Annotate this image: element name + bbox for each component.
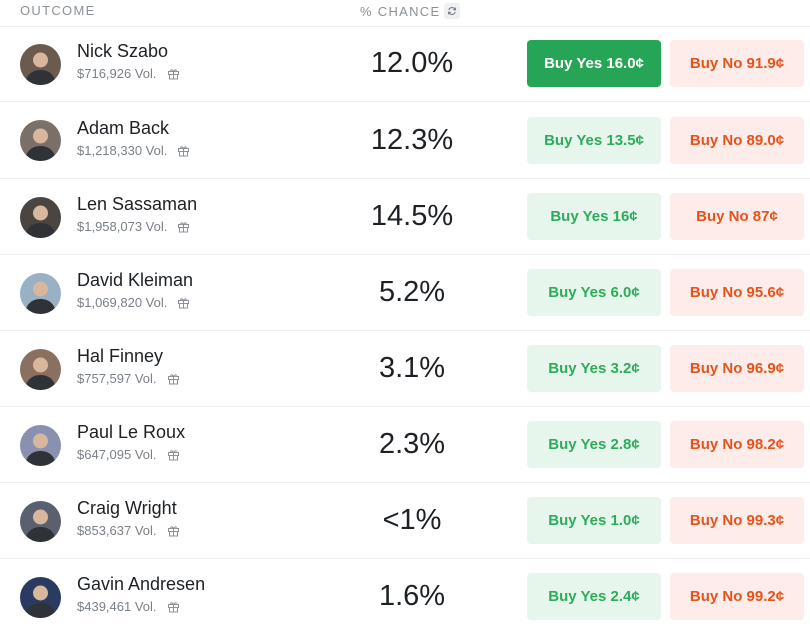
volume-text: $1,218,330 Vol.: [77, 142, 168, 158]
gift-icon[interactable]: [177, 296, 190, 309]
avatar: [20, 577, 61, 618]
outcome-volume: $1,069,820 Vol.: [77, 295, 190, 310]
avatar: [20, 272, 61, 314]
volume-text: $439,461 Vol.: [77, 599, 157, 614]
outcome-chance: 2.3%: [378, 428, 446, 460]
gift-icon[interactable]: [167, 524, 180, 537]
buy-yes-button[interactable]: Buy Yes 3.2¢: [527, 345, 661, 392]
outcome-name[interactable]: Gavin Andresen: [77, 574, 205, 595]
buy-yes-button[interactable]: Buy Yes 2.4¢: [527, 573, 661, 620]
volume-text: $716,926 Vol.: [77, 66, 157, 81]
outcome-name[interactable]: Hal Finney: [77, 346, 163, 367]
chance-column-label: % CHANCE: [360, 3, 441, 19]
gift-icon[interactable]: [177, 144, 190, 157]
chance-column-header: % CHANCE: [360, 3, 461, 19]
outcome-chance: <1%: [382, 504, 442, 536]
outcome-row[interactable]: Adam Back $1,218,330 Vol. 12.3% Buy Yes …: [0, 102, 810, 179]
outcome-row[interactable]: David Kleiman $1,069,820 Vol. 5.2% Buy Y…: [0, 255, 810, 331]
buy-yes-button[interactable]: Buy Yes 16¢: [527, 193, 661, 240]
buy-no-button[interactable]: Buy No 87¢: [670, 193, 804, 240]
gift-icon[interactable]: [167, 600, 180, 613]
outcome-row[interactable]: Len Sassaman $1,958,073 Vol. 14.5% Buy Y…: [0, 179, 810, 255]
outcome-name[interactable]: Nick Szabo: [77, 41, 168, 62]
buy-no-button[interactable]: Buy No 99.2¢: [670, 573, 804, 620]
outcome-row[interactable]: Craig Wright $853,637 Vol. <1% Buy Yes 1…: [0, 483, 810, 559]
volume-text: $853,637 Vol.: [77, 523, 157, 538]
outcome-chance: 3.1%: [378, 352, 446, 384]
outcome-volume: $853,637 Vol.: [77, 523, 180, 538]
buy-no-button[interactable]: Buy No 91.9¢: [670, 40, 804, 87]
outcome-volume: $757,597 Vol.: [77, 371, 180, 386]
outcome-chance: 14.5%: [370, 200, 454, 232]
outcome-volume: $439,461 Vol.: [77, 599, 180, 614]
buy-no-button[interactable]: Buy No 98.2¢: [670, 421, 804, 468]
buy-yes-button[interactable]: Buy Yes 13.5¢: [527, 116, 661, 164]
outcome-chance: 12.0%: [370, 47, 454, 79]
outcome-chance: 1.6%: [378, 580, 446, 612]
buy-yes-button[interactable]: Buy Yes 2.8¢: [527, 421, 661, 468]
outcome-name[interactable]: Adam Back: [77, 118, 169, 139]
avatar: [20, 196, 61, 238]
outcome-chance: 5.2%: [378, 276, 446, 308]
gift-icon[interactable]: [177, 220, 190, 233]
avatar: [20, 43, 61, 85]
outcome-row[interactable]: Gavin Andresen $439,461 Vol. 1.6% Buy Ye…: [0, 559, 810, 635]
buy-no-button[interactable]: Buy No 89.0¢: [670, 116, 804, 164]
outcome-row[interactable]: Paul Le Roux $647,095 Vol. 2.3% Buy Yes …: [0, 407, 810, 483]
outcomes-header: OUTCOME % CHANCE: [0, 0, 810, 27]
buy-no-button[interactable]: Buy No 95.6¢: [670, 269, 804, 316]
avatar: [20, 348, 61, 390]
outcome-name[interactable]: Paul Le Roux: [77, 422, 185, 443]
avatar: [20, 500, 61, 542]
buy-yes-button[interactable]: Buy Yes 16.0¢: [527, 40, 661, 87]
outcome-column-header: OUTCOME: [20, 3, 96, 18]
outcome-name[interactable]: Len Sassaman: [77, 194, 197, 215]
volume-text: $1,958,073 Vol.: [77, 219, 168, 234]
buy-no-button[interactable]: Buy No 99.3¢: [670, 497, 804, 544]
volume-text: $647,095 Vol.: [77, 447, 157, 462]
buy-no-button[interactable]: Buy No 96.9¢: [670, 345, 804, 392]
buy-yes-button[interactable]: Buy Yes 1.0¢: [527, 497, 661, 544]
buy-yes-button[interactable]: Buy Yes 6.0¢: [527, 269, 661, 316]
volume-text: $757,597 Vol.: [77, 371, 157, 386]
outcome-row[interactable]: Nick Szabo $716,926 Vol. 12.0% Buy Yes 1…: [0, 26, 810, 102]
volume-text: $1,069,820 Vol.: [77, 295, 168, 310]
avatar: [20, 120, 61, 161]
outcome-volume: $1,218,330 Vol.: [77, 143, 190, 158]
refresh-icon[interactable]: [444, 3, 461, 19]
avatar: [20, 424, 61, 466]
outcome-volume: $1,958,073 Vol.: [77, 219, 190, 234]
outcome-volume: $647,095 Vol.: [77, 447, 180, 462]
gift-icon[interactable]: [167, 372, 180, 385]
outcome-name[interactable]: Craig Wright: [77, 498, 177, 519]
gift-icon[interactable]: [167, 67, 180, 80]
outcome-name[interactable]: David Kleiman: [77, 270, 193, 291]
outcome-row[interactable]: Hal Finney $757,597 Vol. 3.1% Buy Yes 3.…: [0, 331, 810, 407]
outcome-volume: $716,926 Vol.: [77, 66, 180, 81]
outcome-chance: 12.3%: [370, 123, 454, 156]
gift-icon[interactable]: [167, 448, 180, 461]
